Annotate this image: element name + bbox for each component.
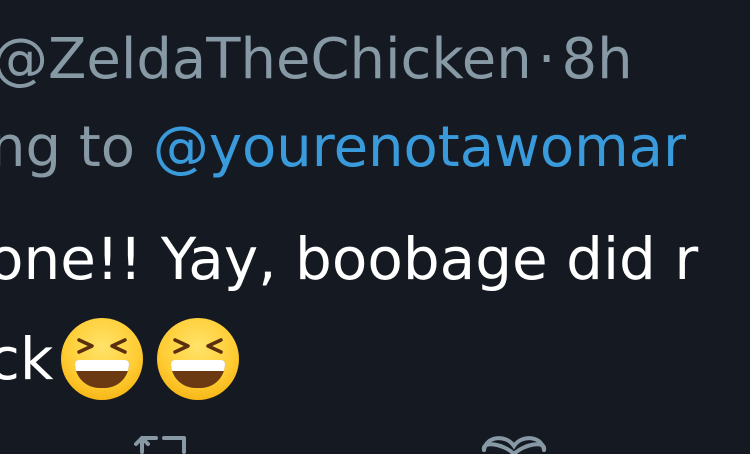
tweet-text-line-2: ck — [0, 318, 240, 400]
tweet-header: @ZeldaTheChicken · 8h — [0, 32, 633, 88]
replying-to-label: ng to — [0, 115, 136, 180]
author-handle[interactable]: @ZeldaTheChicken — [0, 27, 532, 92]
tweet-text-fragment: ck — [0, 325, 54, 393]
grinning-squinting-face-icon — [157, 318, 240, 400]
header-separator: · — [537, 27, 556, 92]
tweet[interactable]: @ZeldaTheChicken · 8h ng to @yourenotawoma… — [0, 0, 750, 454]
like-icon[interactable] — [474, 430, 554, 454]
tweet-time[interactable]: 8h — [562, 27, 633, 92]
reply-mention-link[interactable]: @yourenotawomar — [153, 115, 686, 180]
tweet-text-line-1: one!! Yay, boobage did r — [0, 225, 699, 293]
replying-to-line: ng to @yourenotawomar — [0, 120, 686, 176]
retweet-icon[interactable] — [130, 430, 200, 454]
tweet-action-bar — [0, 430, 750, 454]
grinning-squinting-face-icon — [61, 318, 144, 400]
